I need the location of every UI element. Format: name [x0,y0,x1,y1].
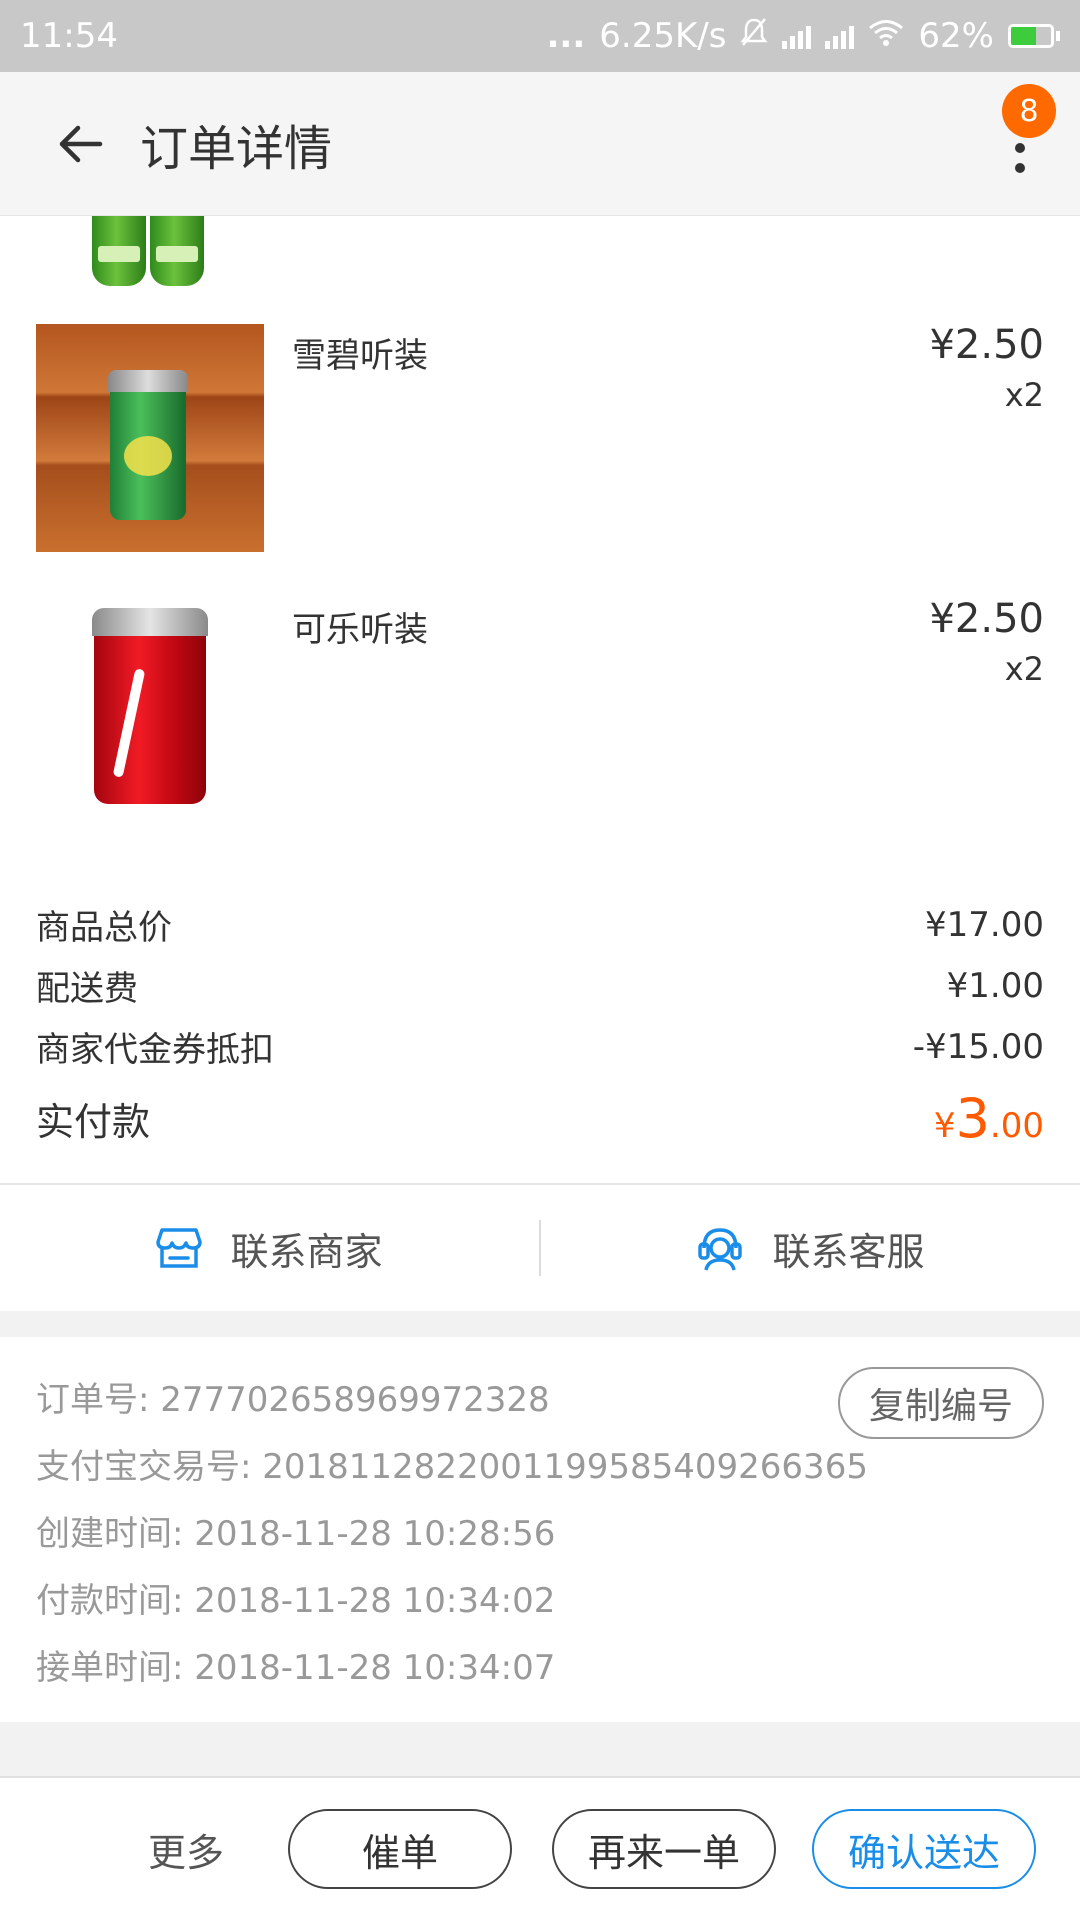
green-tea-bottle-image [92,216,146,286]
signal-icon-2 [825,23,855,49]
contact-merchant-button[interactable]: 联系商家 [0,1185,539,1311]
page-title: 订单详情 [140,120,333,177]
created-time: 创建时间: 2018-11-28 10:28:56 [36,1514,556,1554]
accepted-time: 接单时间: 2018-11-28 10:34:07 [36,1648,556,1688]
customer-service-icon [698,1228,743,1271]
status-indicators: ... 6.25K/s 62% [546,16,1060,56]
paid-decimal: .00 [989,1105,1044,1146]
sprite-can-image [108,370,188,520]
contact-service-label: 联系客服 [772,1229,925,1274]
delivery-fee-value: ¥1.00 [946,965,1044,1006]
paid-amount-value: ¥3.00 [934,1087,1044,1150]
confirm-delivery-button[interactable]: 确认送达 [812,1809,1036,1889]
product-image-cola [36,598,264,826]
cola-can-image [92,608,208,804]
bottom-action-bar: 更多 催单 再来一单 确认送达 [0,1776,1080,1920]
alipay-trade-number: 支付宝交易号: 2018112822001199585409266365 [36,1447,868,1487]
price-summary: 商品总价 ¥17.00 配送费 ¥1.00 商家代金券抵扣 -¥15.00 实付… [0,844,1080,1183]
delivery-fee-label: 配送费 [36,969,138,1009]
coupon-value: -¥15.00 [912,1026,1044,1067]
mute-icon [740,16,768,56]
product-name: 可乐听装 [292,610,428,650]
order-info: 订单号: 277702658969972328 复制编号 支付宝交易号: 201… [0,1337,1080,1722]
product-quantity: x2 [1004,650,1044,688]
coupon-label: 商家代金券抵扣 [36,1030,274,1070]
product-price: ¥2.50 [929,322,1044,368]
goods-total-row: 商品总价 ¥17.00 [36,894,1044,955]
contact-merchant-label: 联系商家 [230,1229,383,1274]
battery-icon [1008,24,1060,48]
copy-order-number-button[interactable]: 复制编号 [838,1367,1044,1439]
paid-currency: ¥ [933,1105,956,1146]
green-tea-bottle-image [150,216,204,286]
status-bar: 11:54 ... 6.25K/s 62% [0,0,1080,72]
notification-badge: 8 [1002,84,1056,138]
section-gap [0,1311,1080,1337]
delivery-fee-row: 配送费 ¥1.00 [36,955,1044,1016]
product-image-partial [0,216,1080,296]
paid-amount-row: 实付款 ¥3.00 [36,1077,1044,1159]
network-speed: 6.25K/s [599,16,727,56]
urge-order-button[interactable]: 催单 [288,1809,512,1889]
order-content: 雪碧听装 ¥2.50 x2 可乐听装 ¥2.50 x2 商品总价 ¥17.00 … [0,216,1080,1722]
paid-amount-label: 实付款 [36,1099,151,1144]
contact-bar: 联系商家 联系客服 [0,1183,1080,1311]
product-item[interactable]: 可乐听装 ¥2.50 x2 [0,570,1080,844]
signal-icon [782,23,812,49]
goods-total-label: 商品总价 [36,908,172,948]
coupon-row: 商家代金券抵扣 -¥15.00 [36,1016,1044,1077]
goods-total-value: ¥17.00 [925,904,1044,945]
product-price: ¥2.50 [929,596,1044,642]
product-item[interactable]: 雪碧听装 ¥2.50 x2 [0,296,1080,570]
product-name: 雪碧听装 [292,336,428,376]
app-bar: 订单详情 8 [0,72,1080,216]
product-image-sprite [36,324,264,552]
more-actions-link[interactable]: 更多 [148,1822,268,1877]
more-dots-icon: ... [546,16,586,56]
back-button[interactable] [40,104,120,184]
more-vert-dot [1015,143,1025,153]
more-vert-dot [1015,163,1025,173]
battery-percent: 62% [918,16,994,56]
status-time: 11:54 [20,16,118,56]
contact-service-button[interactable]: 联系客服 [541,1185,1080,1311]
paid-integer: 3 [955,1086,990,1150]
product-quantity: x2 [1004,376,1044,414]
store-icon [156,1228,203,1268]
wifi-icon [868,16,904,56]
product-list: 雪碧听装 ¥2.50 x2 可乐听装 ¥2.50 x2 商品总价 ¥17.00 … [0,216,1080,1311]
paid-time: 付款时间: 2018-11-28 10:34:02 [36,1581,556,1621]
arrow-left-icon [59,125,103,162]
reorder-button[interactable]: 再来一单 [552,1809,776,1889]
